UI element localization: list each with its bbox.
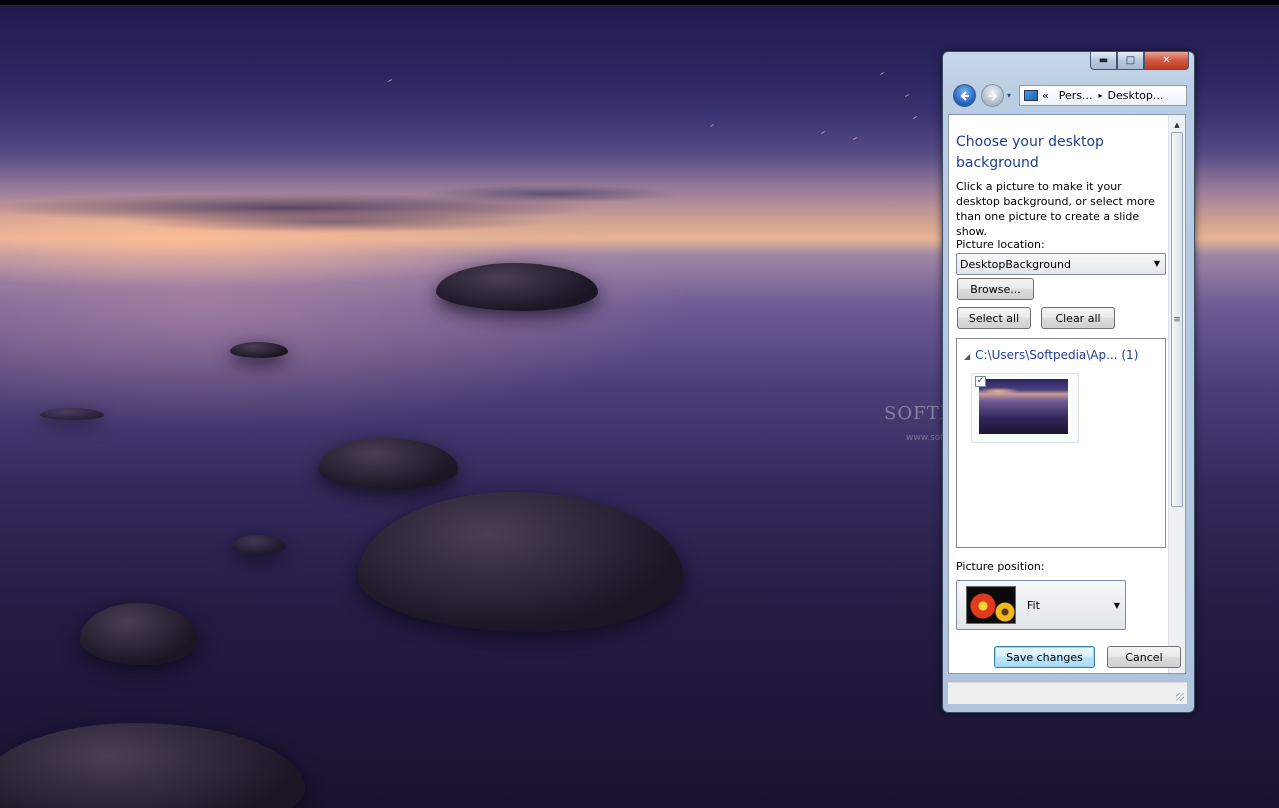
arrow-left-icon	[960, 90, 969, 101]
maximize-icon: □	[1125, 55, 1136, 66]
window-controls: ▬ □ ✕	[1090, 52, 1189, 72]
rock	[80, 603, 198, 665]
chevron-down-icon: ▼	[1113, 601, 1120, 610]
select-all-button[interactable]: Select all	[957, 307, 1031, 329]
star-trail	[913, 116, 917, 119]
star-trail	[710, 124, 714, 127]
star-trail	[905, 94, 909, 97]
rock	[436, 263, 598, 311]
picture-position-value: Fit	[1027, 599, 1040, 612]
scroll-thumb[interactable]: ≡	[1171, 132, 1183, 507]
page-title: Choose your desktop background	[956, 134, 1104, 171]
rock	[230, 342, 288, 358]
star-trail	[880, 72, 884, 75]
star-trail	[821, 131, 825, 134]
rock	[232, 535, 286, 555]
picture-thumbnail[interactable]: ✓	[971, 373, 1079, 443]
forward-button[interactable]	[981, 84, 1004, 107]
picture-location-value: DesktopBackground	[960, 257, 1071, 271]
wallpaper-thumbnail-image	[979, 379, 1068, 434]
breadcrumb-personalization[interactable]: Pers...	[1059, 89, 1093, 102]
picture-group-header[interactable]: ◢ C:\Users\Softpedia\Ap... (1)	[964, 348, 1138, 362]
address-bar[interactable]: « Pers... ▸ Desktop...	[1019, 85, 1187, 106]
back-button[interactable]	[953, 84, 976, 107]
rock	[318, 438, 458, 490]
cancel-button[interactable]: Cancel	[1107, 646, 1181, 668]
rock	[40, 408, 104, 420]
navigation-bar: ▾ « Pers... ▸ Desktop...	[949, 82, 1188, 110]
star-trail	[853, 137, 857, 140]
vertical-scrollbar[interactable]: ▲ ≡ ▼	[1168, 115, 1185, 673]
save-changes-button[interactable]: Save changes	[994, 646, 1095, 668]
collapse-triangle-icon[interactable]: ◢	[964, 352, 970, 361]
arrow-right-icon	[988, 90, 997, 101]
chevron-down-icon: ▼	[1153, 259, 1160, 268]
picture-list[interactable]: ◢ C:\Users\Softpedia\Ap... (1) ✓	[956, 338, 1166, 548]
picture-position-dropdown[interactable]: Fit ▼	[956, 580, 1126, 630]
resize-grip-icon[interactable]	[1176, 693, 1184, 701]
content-pane: Choose your desktop background Click a p…	[948, 114, 1186, 674]
page-description: Click a picture to make it your desktop …	[956, 180, 1155, 238]
star-trail	[388, 79, 392, 82]
picture-position-label: Picture position:	[956, 560, 1045, 573]
scroll-grip-icon: ≡	[1173, 314, 1181, 325]
thumbnail-checkbox[interactable]: ✓	[975, 376, 986, 387]
breadcrumb-desktop-background[interactable]: Desktop...	[1108, 89, 1164, 102]
breadcrumb-separator-icon[interactable]: ▸	[1099, 91, 1103, 100]
rock	[0, 723, 305, 808]
personalization-window: ▬ □ ✕ ▾ « Pers... ▸ Desktop... Choose yo…	[942, 51, 1195, 713]
close-icon: ✕	[1162, 55, 1171, 66]
minimize-icon: ▬	[1098, 55, 1109, 66]
picture-location-dropdown[interactable]: DesktopBackground ▼	[956, 253, 1166, 275]
picture-group-path: C:\Users\Softpedia\Ap... (1)	[975, 348, 1139, 362]
scroll-up-button[interactable]: ▲	[1169, 117, 1185, 133]
maximize-button[interactable]: □	[1117, 52, 1144, 70]
picture-location-label: Picture location:	[956, 238, 1045, 251]
control-panel-icon	[1024, 90, 1038, 101]
address-overflow-chevron[interactable]: «	[1042, 89, 1049, 102]
minimize-button[interactable]: ▬	[1090, 52, 1117, 70]
rock	[358, 492, 683, 632]
clear-all-button[interactable]: Clear all	[1041, 307, 1115, 329]
position-preview-image	[966, 586, 1016, 624]
recent-pages-dropdown[interactable]: ▾	[1007, 91, 1011, 100]
cloud	[120, 211, 550, 233]
status-bar	[948, 682, 1187, 704]
cloud	[420, 185, 680, 203]
browse-button[interactable]: Browse...	[957, 278, 1034, 300]
close-button[interactable]: ✕	[1144, 52, 1189, 70]
